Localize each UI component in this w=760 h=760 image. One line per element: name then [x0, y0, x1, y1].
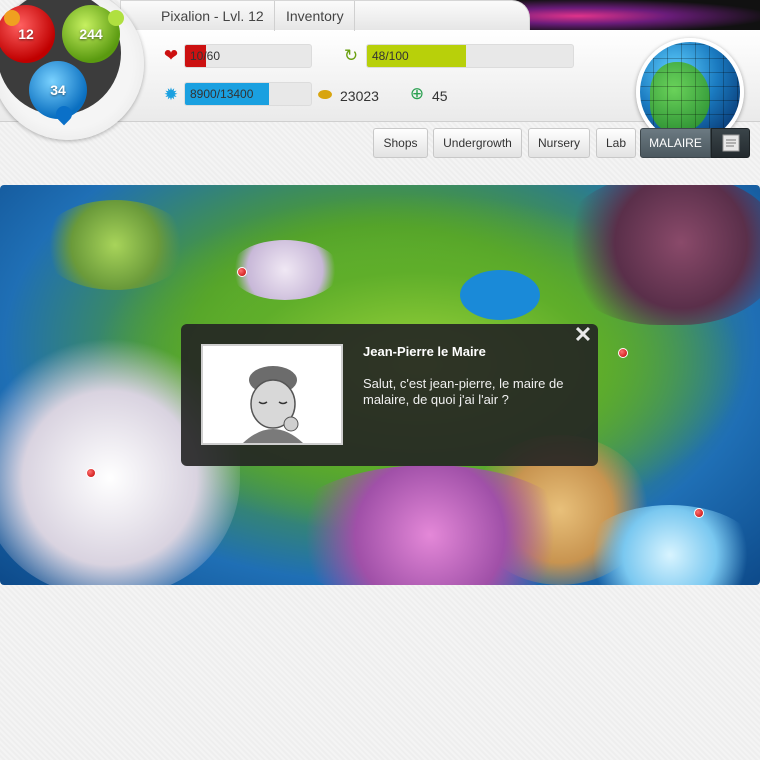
- npc-portrait: [201, 344, 343, 445]
- tab-character[interactable]: Pixalion - Lvl. 12: [151, 1, 275, 31]
- xp-bar: 8900/13400: [184, 82, 312, 106]
- close-icon[interactable]: ✕: [572, 324, 594, 346]
- shops-button[interactable]: Shops: [373, 128, 428, 158]
- npc-message: Salut, c'est jean-pierre, le maire de ma…: [363, 376, 564, 407]
- energy-bar: 48/100: [366, 44, 574, 68]
- gem-amount: 45: [432, 88, 448, 104]
- tab-inventory[interactable]: Inventory: [276, 1, 355, 31]
- npc-name: Jean-Pierre le Maire: [363, 344, 486, 359]
- top-tab-bar: Pixalion - Lvl. 12 Inventory: [120, 0, 530, 31]
- xp-value: 8900/13400: [190, 87, 254, 101]
- map-marker[interactable]: [237, 267, 247, 277]
- space-background: [500, 0, 760, 32]
- location-button[interactable]: MALAIRE: [640, 128, 711, 158]
- map-marker[interactable]: [86, 468, 96, 478]
- undergrowth-button[interactable]: Undergrowth: [433, 128, 522, 158]
- scroll-icon: [722, 134, 740, 152]
- scroll-button[interactable]: [711, 128, 750, 158]
- gold-coins-icon: ⬬: [317, 85, 333, 104]
- fire-badge-icon: [4, 10, 20, 26]
- nursery-button[interactable]: Nursery: [528, 128, 590, 158]
- health-bar: 10/60: [184, 44, 312, 68]
- lab-button[interactable]: Lab: [596, 128, 636, 158]
- map-marker[interactable]: [694, 508, 704, 518]
- energy-swirl-icon: ↻: [343, 46, 359, 65]
- energy-value: 48/100: [372, 49, 409, 63]
- map-marker[interactable]: [618, 348, 628, 358]
- npc-dialog: Jean-Pierre le Maire Salut, c'est jean-p…: [181, 324, 598, 466]
- heart-icon: ❤: [163, 46, 179, 65]
- mayor-portrait-icon: [203, 346, 341, 443]
- green-gem-icon: ⊕: [409, 84, 425, 103]
- leaf-badge-icon: [108, 10, 124, 26]
- volcano-region: [560, 185, 760, 325]
- lake: [460, 270, 540, 320]
- star-burst-icon: ✹: [163, 85, 179, 104]
- health-value: 10/60: [190, 49, 221, 63]
- forest-island: [40, 200, 190, 290]
- gold-amount: 23023: [340, 88, 379, 104]
